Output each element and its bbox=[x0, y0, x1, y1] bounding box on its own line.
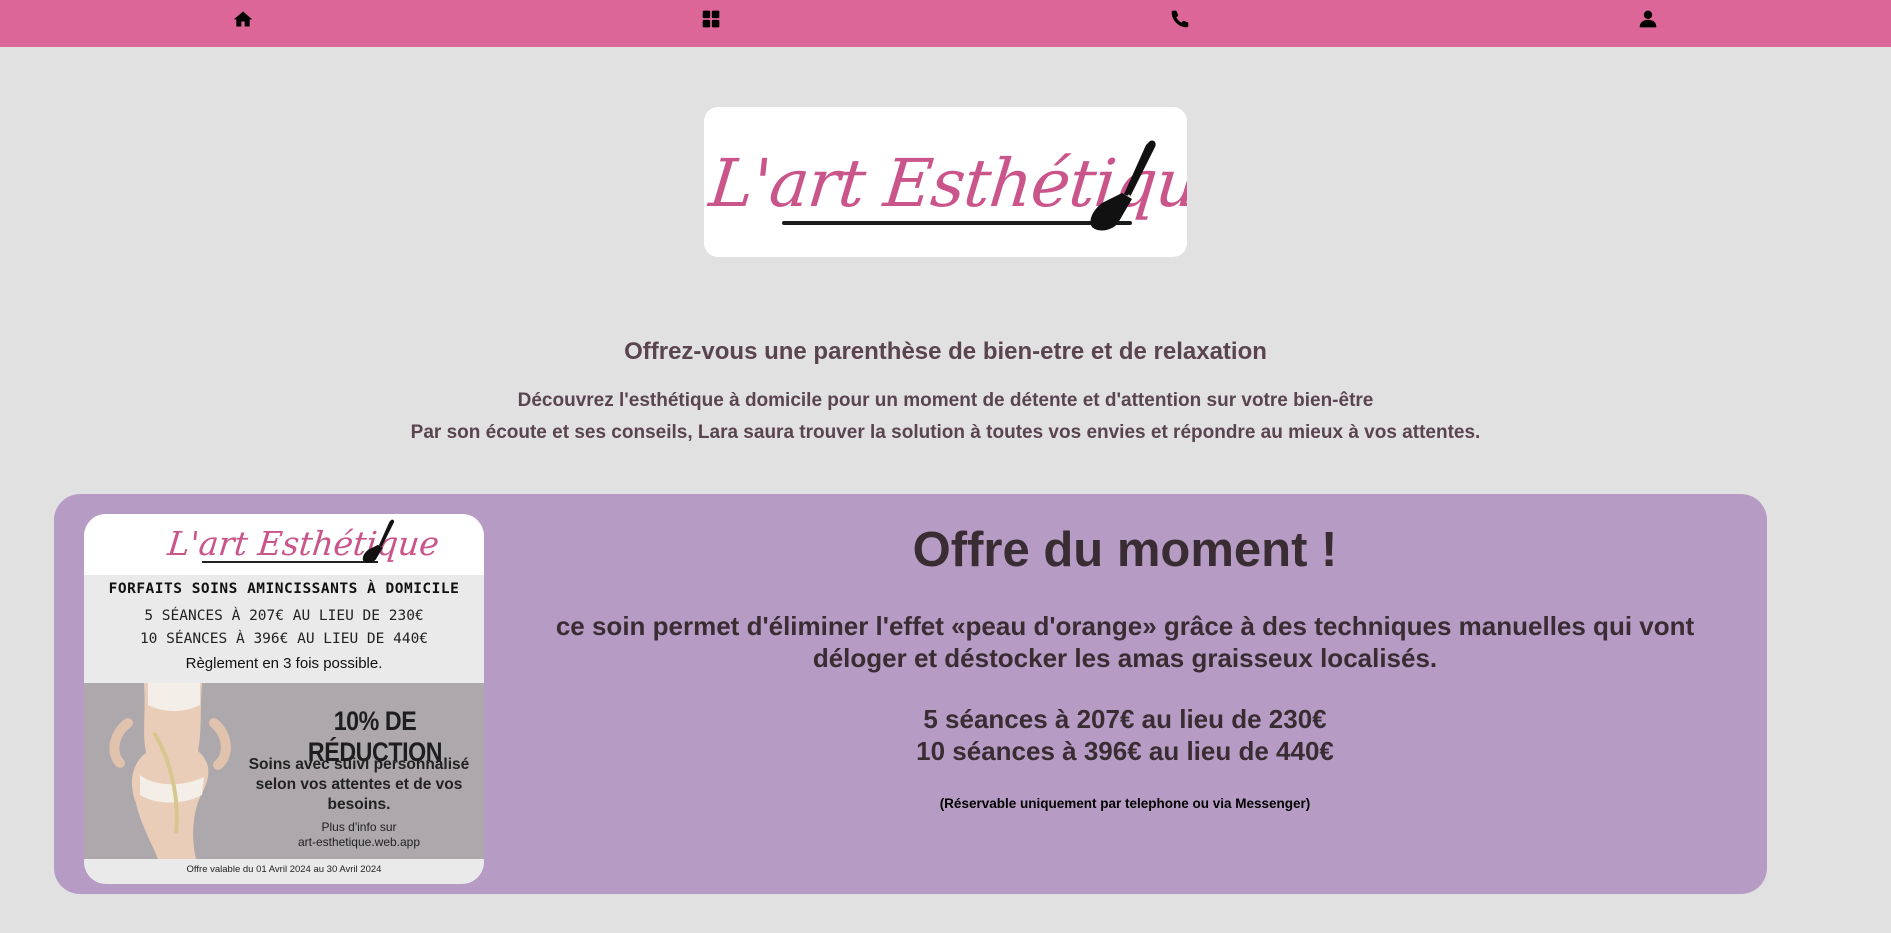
flyer-offer-line-2: 10 SÉANCES À 396€ AU LIEU DE 440€ bbox=[139, 631, 429, 647]
intro-title: Offrez-vous une parenthèse de bien-etre … bbox=[624, 338, 1267, 365]
flyer-brush-icon bbox=[362, 519, 395, 563]
flyer-logo-underline bbox=[202, 561, 378, 563]
intro-line-2: Par son écoute et ses conseils, Lara sau… bbox=[410, 422, 1481, 443]
offer-price-1: 5 séances à 207€ au lieu de 230€ bbox=[923, 704, 1327, 734]
home-icon[interactable] bbox=[232, 8, 254, 30]
user-icon[interactable] bbox=[1637, 8, 1659, 30]
offer-description: ce soin permet d'éliminer l'effet «peau … bbox=[555, 611, 1695, 673]
offer-title: Offre du moment ! bbox=[912, 523, 1338, 577]
intro-line-1: Découvrez l'esthétique à domicile pour u… bbox=[517, 390, 1374, 411]
makeup-brush-icon bbox=[1090, 140, 1156, 231]
flyer-footer: Offre valable du 01 Avril 2024 au 30 Avr… bbox=[186, 864, 382, 875]
flyer-logo-text: L'art Esthétique bbox=[165, 524, 442, 563]
top-navigation-bar bbox=[0, 0, 1891, 47]
site-logo[interactable]: L'art Esthétique bbox=[704, 107, 1187, 257]
flyer-reglement: Règlement en 3 fois possible. bbox=[185, 655, 383, 672]
grid-icon[interactable] bbox=[700, 8, 722, 30]
offer-booking-note: (Réservable uniquement par telephone ou … bbox=[939, 796, 1311, 811]
flyer-info-label: Plus d'info sur bbox=[321, 820, 397, 834]
flyer-offer-line-1: 5 SÉANCES À 207€ AU LIEU DE 230€ bbox=[144, 608, 424, 624]
flyer-soins-text: Soins avec suivi personnalisé selon vos … bbox=[248, 756, 470, 813]
flyer-info-url: art-esthetique.web.app bbox=[297, 835, 421, 849]
body-silhouette-image bbox=[109, 683, 231, 859]
offer-price-2: 10 séances à 396€ au lieu de 440€ bbox=[916, 736, 1334, 766]
offer-flyer-image: L'art Esthétique FORFAITS SOINS AMINCISS… bbox=[84, 514, 484, 884]
flyer-forfaits-heading: FORFAITS SOINS AMINCISSANTS À DOMICILE bbox=[108, 581, 460, 597]
phone-icon[interactable] bbox=[1169, 8, 1191, 30]
flyer-info: Plus d'info sur art-esthetique.web.app bbox=[234, 820, 484, 850]
